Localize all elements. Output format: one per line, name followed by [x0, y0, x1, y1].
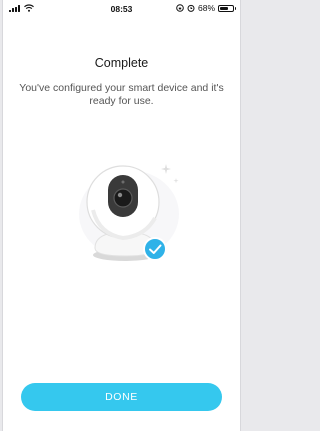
page-title: Complete — [94, 56, 149, 70]
camera-illustration — [79, 164, 179, 261]
done-button[interactable]: DONE — [21, 383, 222, 411]
battery-level — [220, 6, 229, 10]
camera-indicator — [121, 180, 125, 184]
completion-message: You've configured your smart device and … — [19, 82, 224, 107]
battery-icon — [218, 4, 236, 12]
battery-percent: 68% — [197, 3, 215, 13]
status-bar: 08:53 68% — [3, 0, 240, 18]
alarm-icon — [187, 4, 195, 12]
status-right: 68% — [176, 3, 236, 13]
camera-lens — [113, 188, 133, 208]
sparkle-small-icon — [173, 178, 179, 184]
screen-rotation-lock-icon — [176, 4, 184, 12]
camera-lens-reflection — [117, 192, 123, 198]
sparkle-icon — [161, 164, 171, 174]
app-screen: 08:53 68% Complete You've configured you… — [2, 0, 241, 431]
success-check-icon — [143, 237, 167, 261]
